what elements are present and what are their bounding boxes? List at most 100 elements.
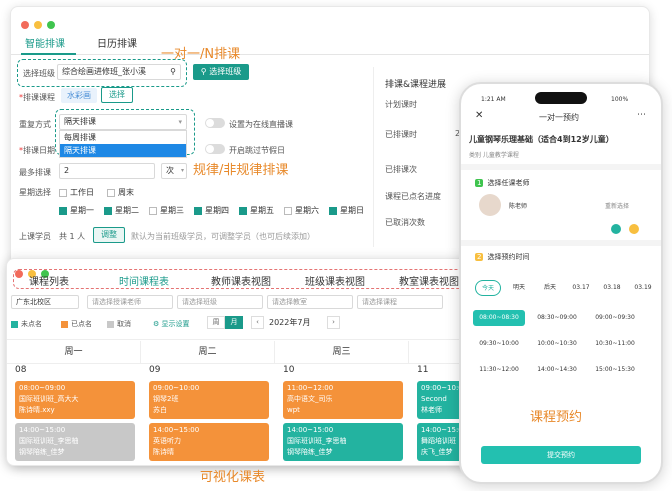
maximize-dot[interactable] — [47, 21, 55, 29]
max-unit-select[interactable]: 次 ▾ — [161, 163, 187, 179]
teacher-select[interactable]: 请选择授课老师 — [87, 295, 173, 309]
time-slot[interactable]: 10:30~11:00 — [589, 336, 641, 352]
time-slot[interactable]: 11:30~12:00 — [473, 362, 525, 378]
section-divider — [461, 164, 661, 170]
room-select[interactable]: 请选择教室 — [267, 295, 353, 309]
calendar-event[interactable]: 09:00~10:00 钢琴2班 苏白 — [149, 381, 269, 419]
phone-call-icon[interactable] — [611, 224, 621, 234]
students-hint: 默认为当前班级学员，可调整学员（也可后续添加） — [131, 232, 315, 241]
tab-room-view[interactable]: 教室课表视图 — [399, 273, 459, 288]
date-option[interactable]: 03.17 — [568, 280, 594, 296]
weekday-checkbox-3[interactable]: 星期三 — [149, 205, 184, 216]
calendar-window: 课程列表 时间课程表 教师课表视图 班级课表视图 教室课表视图 广东北校区 请选… — [6, 258, 506, 466]
repeat-option-alternate[interactable]: 隔天排课 — [60, 144, 186, 157]
holiday-toggle[interactable] — [205, 144, 225, 154]
course-select[interactable]: 请选择课程 — [357, 295, 443, 309]
tab-class-view[interactable]: 班级课表视图 — [305, 273, 365, 288]
tab-calendar-schedule[interactable]: 日历排课 — [97, 35, 137, 50]
repeat-select[interactable]: 隔天排课 ▾ — [59, 114, 187, 130]
time-slot[interactable]: 08:00~08:30 — [473, 310, 525, 326]
calendar-event[interactable]: 14:00~15:00 国际班训班_李思柚 钢琴陪练_佳梦 — [283, 423, 403, 461]
time-slot[interactable]: 15:00~15:30 — [589, 362, 641, 378]
annotation-visual: 可视化课表 — [200, 470, 266, 485]
phone-time: 1:21 AM — [481, 96, 506, 103]
next-month-button[interactable]: › — [327, 316, 340, 329]
weekday-checkbox-6[interactable]: 星期六 — [284, 205, 319, 216]
event-teacher: 钢琴陪练_佳梦 — [19, 448, 65, 456]
weekday-checkbox-5[interactable]: 星期五 — [239, 205, 274, 216]
weekday-checkbox-4[interactable]: 星期四 — [194, 205, 229, 216]
search-icon: ⚲ — [170, 67, 176, 76]
time-slot[interactable]: 09:30~10:00 — [473, 336, 525, 352]
calendar-event[interactable]: 08:00~09:00 国际班训班_高大大 陈诗晴.xxy — [15, 381, 135, 419]
day-number: 11 — [417, 365, 429, 375]
checkbox-icon — [104, 206, 112, 215]
event-time: 08:00~09:00 — [19, 384, 66, 392]
time-slot[interactable]: 14:00~14:30 — [531, 362, 583, 378]
progress-title: 排课&课程进展 — [385, 80, 447, 90]
repeat-option-weekly[interactable]: 每周排课 — [60, 131, 186, 144]
month-view-button[interactable]: 月 — [225, 316, 243, 329]
time-slot[interactable]: 08:30~09:00 — [531, 310, 583, 326]
tab-timetable[interactable]: 时间课程表 — [119, 273, 169, 288]
repeat-dropdown: 每周排课 隔天排课 — [59, 130, 187, 158]
workday-checkbox[interactable]: 工作日 — [59, 187, 94, 198]
checkbox-icon — [329, 206, 337, 215]
close-dot[interactable] — [21, 21, 29, 29]
progress-planned: 计划课时 — [385, 100, 417, 109]
more-icon[interactable]: ⋯ — [637, 110, 646, 120]
event-title: 国际班训班_李思柚 — [19, 437, 79, 445]
reselect-teacher-link[interactable]: 重新选择 — [605, 201, 629, 210]
checkbox-icon — [194, 206, 202, 215]
display-settings-button[interactable]: ⚙ 显示设置 — [153, 319, 190, 329]
progress-count: 已排课次 — [385, 165, 417, 174]
weekday-checkbox-1[interactable]: 星期一 — [59, 205, 94, 216]
calendar-event[interactable]: 11:00~12:00 高中语文_司乐 wpt — [283, 381, 403, 419]
progress-scheduled: 已排课时 — [385, 130, 417, 139]
time-slot[interactable]: 10:00~10:30 — [531, 336, 583, 352]
legend-marked: 已点名 — [61, 319, 92, 329]
close-icon[interactable]: ✕ — [475, 110, 483, 121]
minimize-dot[interactable] — [34, 21, 42, 29]
tab-course-list[interactable]: 课程列表 — [29, 273, 69, 288]
step2-label: 2 选择预约时间 — [475, 253, 530, 261]
weekend-checkbox[interactable]: 周末 — [107, 187, 134, 198]
students-label: 上课学员 — [19, 232, 51, 241]
event-teacher: 陈诗晴.xxy — [19, 406, 55, 414]
adjust-students-button[interactable]: 调整 — [93, 227, 125, 243]
time-slot[interactable]: 09:00~09:30 — [589, 310, 641, 326]
date-option[interactable]: 今天 — [475, 280, 501, 296]
weekday-checkboxes: 星期一 星期二 星期三 星期四 星期五 星期六 星期日 — [59, 205, 379, 217]
week-label: 星期选择 — [19, 188, 51, 197]
select-course-button[interactable]: 选择 — [101, 87, 133, 103]
date-option[interactable]: 后天 — [537, 280, 563, 296]
course-title: 儿童钢琴乐理基础（适合4到12岁儿童） — [469, 135, 614, 144]
submit-booking-button[interactable]: 提交预约 — [481, 446, 641, 464]
section-divider — [461, 240, 661, 246]
prev-month-button[interactable]: ‹ — [251, 316, 264, 329]
select-class-button[interactable]: ⚲ 选择班级 — [193, 64, 249, 80]
campus-select[interactable]: 广东北校区 — [11, 295, 79, 309]
online-toggle[interactable] — [205, 118, 225, 128]
legend-cancelled: 取消 — [107, 319, 131, 329]
calendar-event[interactable]: 14:00~15:00 国际班训班_李思柚 钢琴陪练_佳梦 — [15, 423, 135, 461]
chevron-down-icon: ▾ — [178, 118, 182, 126]
class-input[interactable]: 综合绘画进修班_张小溪 ⚲ — [57, 64, 181, 80]
tab-teacher-view[interactable]: 教师课表视图 — [211, 273, 271, 288]
class-select[interactable]: 请选择班级 — [177, 295, 263, 309]
calendar-event[interactable]: 14:00~15:00 英语听力 陈诗晴 — [149, 423, 269, 461]
date-option[interactable]: 明天 — [506, 280, 532, 296]
course-subtitle: 类别 儿童教学课程 — [469, 152, 519, 159]
tab-smart-schedule[interactable]: 智能排课 — [25, 35, 65, 50]
grid-line — [7, 339, 505, 340]
event-title: 国际班训班_高大大 — [19, 395, 79, 403]
week-view-button[interactable]: 周 — [207, 316, 225, 329]
date-option[interactable]: 03.18 — [599, 280, 625, 296]
date-option[interactable]: 03.19 — [630, 280, 656, 296]
max-input[interactable]: 2 — [59, 163, 155, 179]
chat-icon[interactable] — [629, 224, 639, 234]
weekday-checkbox-7[interactable]: 星期日 — [329, 205, 364, 216]
day-header: 周一 — [7, 341, 141, 363]
weekday-checkbox-2[interactable]: 星期二 — [104, 205, 139, 216]
month-label: 2022年7月 — [269, 318, 311, 327]
